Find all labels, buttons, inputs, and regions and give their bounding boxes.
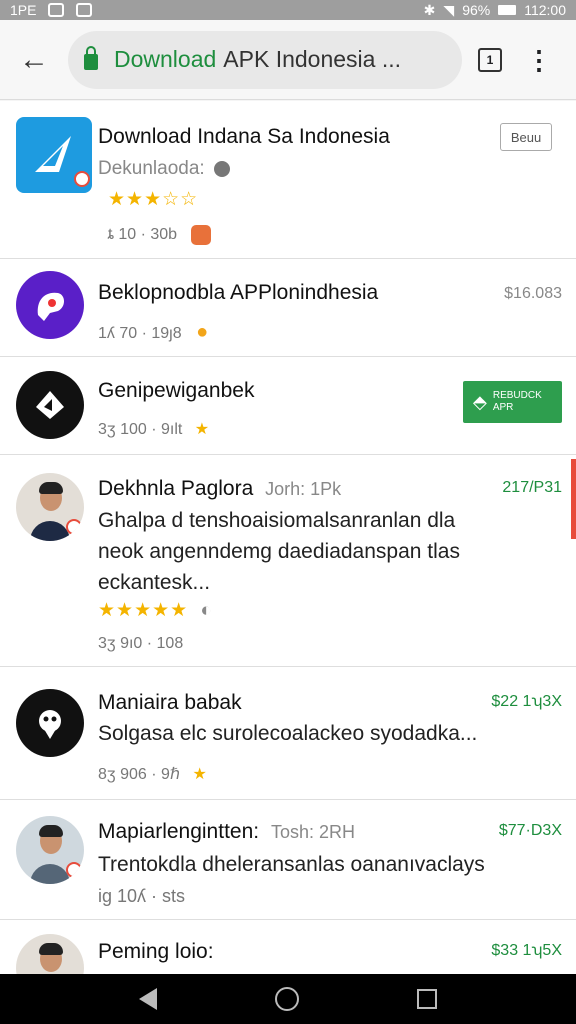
result-meta-text: ȶ 10 · 30b bbox=[108, 226, 178, 244]
result-title[interactable]: Download Indana Sa Indonesia bbox=[98, 125, 390, 149]
carrier-label: 1PE bbox=[10, 2, 37, 18]
clock: 112:00 bbox=[524, 2, 566, 18]
result-title[interactable]: Maniaira babak bbox=[98, 691, 242, 715]
result-description: Solgasa elc surolecoalackeo syodadka... bbox=[98, 722, 478, 745]
scroll-indicator[interactable] bbox=[571, 459, 576, 539]
nav-back-icon[interactable] bbox=[139, 988, 157, 1010]
result-title[interactable]: Dekhnla Paglora Jorh: 1Pk bbox=[98, 477, 341, 501]
avatar bbox=[16, 473, 84, 541]
result-subtitle: Dekunlaoda: bbox=[98, 158, 230, 180]
result-title[interactable]: Mapiarlengintten: Tosh: 2RH bbox=[98, 820, 355, 844]
notification-icon bbox=[76, 3, 93, 17]
result-description: Ghalpa d tenshoaisiomalsanranlan dla neo… bbox=[98, 509, 460, 594]
back-arrow-icon[interactable]: ← bbox=[0, 20, 68, 100]
badge-icon bbox=[66, 862, 82, 878]
result-price: $16.083 bbox=[504, 285, 562, 302]
result-meta-text: 1ʎ 70 · 19ȷ8 bbox=[98, 325, 182, 342]
result-title-sub: Tosh: 2RH bbox=[270, 822, 355, 842]
results-list: Download Indana Sa Indonesia Dekunlaoda:… bbox=[0, 101, 576, 974]
list-item[interactable]: Mapiarlengintten: Tosh: 2RH Trentokdla d… bbox=[0, 800, 576, 920]
url-text: APK Indonesia ... bbox=[223, 46, 402, 72]
rating-stars: ★★★☆☆ bbox=[108, 189, 199, 210]
open-button[interactable]: Beuu bbox=[500, 123, 552, 151]
app-logo-icon bbox=[16, 371, 84, 439]
badge-icon bbox=[74, 171, 90, 187]
nav-home-icon[interactable] bbox=[275, 987, 299, 1011]
result-price: $33 1ʮ5X bbox=[491, 942, 562, 959]
half-star-icon: ★ bbox=[192, 766, 207, 783]
info-icon bbox=[213, 160, 230, 177]
result-price: $77·D3X bbox=[498, 822, 562, 839]
wifi-icon: ◥ bbox=[443, 1, 455, 18]
result-title-text: Mapiarlengintten: bbox=[98, 820, 260, 843]
share-icon: ◐ bbox=[200, 600, 213, 621]
avatar-body bbox=[30, 864, 70, 884]
badge-icon bbox=[66, 519, 82, 535]
list-item[interactable]: Beklopnodbla APPlonindhesia 1ʎ 70 · 19ȷ8… bbox=[0, 259, 576, 357]
download-label: REBUDCK APR bbox=[493, 390, 542, 414]
list-item[interactable]: Download Indana Sa Indonesia Dekunlaoda:… bbox=[0, 101, 576, 259]
app-logo-icon bbox=[16, 271, 84, 339]
thumbs-up-icon: ● bbox=[196, 321, 209, 343]
result-title[interactable]: Peming loio: bbox=[98, 940, 214, 964]
app-badge-icon bbox=[191, 225, 212, 245]
download-apk-button[interactable]: ⬘ REBUDCK APR bbox=[463, 381, 562, 423]
download-icon: ⬘ bbox=[473, 392, 487, 412]
avatar bbox=[16, 934, 84, 974]
result-meta-text: 3ʒ 100 · 9ılt bbox=[98, 421, 183, 438]
avatar bbox=[16, 816, 84, 884]
tab-switcher-button[interactable]: 1 bbox=[478, 47, 502, 72]
download-label-line2: APR bbox=[492, 402, 514, 413]
result-price: 217/P31 bbox=[502, 479, 562, 496]
result-description: Trentokdla dheleransanlas oananıvaclays bbox=[98, 853, 485, 876]
result-meta-text: 8ʒ 906 · 9ℏ bbox=[98, 766, 181, 783]
avatar-hair bbox=[39, 482, 63, 494]
result-subtitle-text: Dekunlaoda: bbox=[98, 158, 205, 179]
half-star-icon: ★ bbox=[194, 421, 210, 438]
system-nav-bar bbox=[0, 974, 576, 1024]
url-bar[interactable]: Download APK Indonesia ... bbox=[68, 30, 462, 89]
result-title-text: Dekhnla Paglora bbox=[98, 477, 254, 500]
result-title[interactable]: Genipewiganbek bbox=[98, 379, 254, 403]
result-title[interactable]: Beklopnodbla APPlonindhesia bbox=[98, 281, 378, 305]
notification-icon bbox=[48, 3, 65, 17]
overflow-menu-icon[interactable]: ⋮ bbox=[526, 47, 552, 73]
battery-percent: 96% bbox=[462, 2, 491, 18]
list-item[interactable]: Peming loio: $33 1ʮ5X bbox=[0, 920, 576, 974]
app-logo-icon bbox=[16, 117, 92, 193]
list-item[interactable]: Maniaira babak Solgasa elc surolecoalack… bbox=[0, 667, 576, 800]
result-meta: ȶ 10 · 30b bbox=[108, 225, 212, 245]
list-item[interactable]: Dekhnla Paglora Jorh: 1Pk Ghalpa d tensh… bbox=[0, 455, 576, 667]
avatar-hair bbox=[39, 825, 63, 837]
rating-stars: ★★★★★ ◐ bbox=[98, 599, 213, 622]
avatar-body bbox=[30, 521, 70, 541]
result-meta: 3ʒ 9ı0 · 108 bbox=[98, 635, 184, 652]
download-label-line1: REBUDCK bbox=[492, 390, 542, 401]
lock-icon bbox=[84, 45, 98, 70]
result-meta: 3ʒ 100 · 9ılt ★ bbox=[98, 419, 209, 439]
battery-icon bbox=[498, 5, 517, 15]
avatar-hair bbox=[39, 943, 63, 955]
rating-stars-text: ★★★★★ bbox=[98, 600, 189, 621]
result-meta: 1ʎ 70 · 19ȷ8 ● bbox=[98, 321, 208, 344]
url-highlight: Download bbox=[114, 46, 217, 72]
status-bar: 1PE ✱ ◥ 96% 112:00 bbox=[0, 0, 576, 20]
result-meta: 8ʒ 906 · 9ℏ ★ bbox=[98, 764, 207, 784]
nav-recents-icon[interactable] bbox=[417, 989, 437, 1009]
result-price: $22 1ʮ3X bbox=[491, 693, 562, 710]
browser-toolbar: ← Download APK Indonesia ... 1 ⋮ bbox=[0, 20, 576, 100]
bluetooth-icon: ✱ bbox=[423, 1, 436, 18]
result-meta: ig 10ʎ · sts bbox=[98, 886, 186, 906]
result-title-sub: Jorh: 1Pk bbox=[265, 479, 342, 499]
list-item[interactable]: Genipewiganbek 3ʒ 100 · 9ılt ★ ⬘ REBUDCK… bbox=[0, 357, 576, 455]
app-logo-icon bbox=[16, 689, 84, 757]
